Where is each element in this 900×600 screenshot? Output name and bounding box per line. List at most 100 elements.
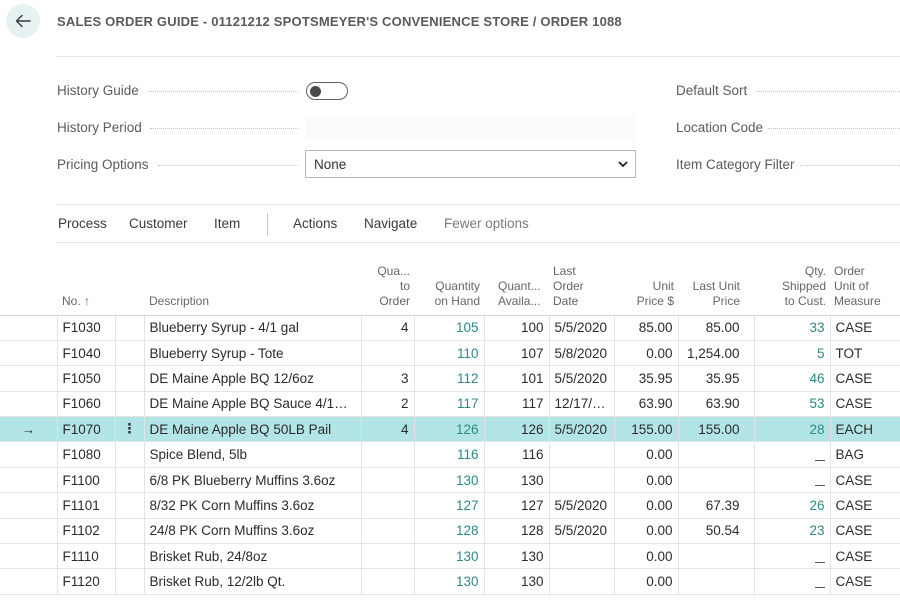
- col-header-qty-available[interactable]: Quant... Availa...: [484, 256, 549, 316]
- cell-qty-to-order[interactable]: [360, 568, 414, 595]
- cell-unit-price: 155.00: [613, 416, 678, 443]
- cell-last-order-date: [548, 568, 614, 595]
- cell-qty-available: 130: [483, 467, 549, 494]
- cell-qty-to-order[interactable]: [360, 340, 414, 367]
- cell-qty-shipped[interactable]: [753, 568, 830, 595]
- cell-qty-on-hand[interactable]: 117: [413, 391, 484, 418]
- table-row[interactable]: F1110 Brisket Rub, 24/8oz 130 130 0.00 CASE: [0, 543, 900, 570]
- pricing-options-label: Pricing Options: [57, 156, 149, 172]
- col-header-description[interactable]: Description: [144, 256, 361, 316]
- cell-qty-on-hand[interactable]: 130: [413, 467, 484, 494]
- header-line: Last Unit: [692, 278, 740, 293]
- cell-qty-shipped[interactable]: 26: [753, 492, 830, 519]
- cell-qty-on-hand[interactable]: 130: [413, 568, 484, 595]
- action-navigate[interactable]: Navigate: [364, 216, 417, 231]
- table-row[interactable]: F1100 6/8 PK Blueberry Muffins 3.6oz 130 13…: [0, 467, 900, 494]
- row-menu: [114, 340, 144, 367]
- cell-qty-on-hand[interactable]: 110: [413, 340, 484, 367]
- cell-qty-to-order[interactable]: [360, 492, 414, 519]
- cell-qty-shipped[interactable]: 23: [753, 518, 830, 545]
- cell-qty-to-order[interactable]: [360, 518, 414, 545]
- action-process[interactable]: Process: [58, 216, 107, 231]
- cell-qty-shipped[interactable]: 5: [753, 340, 830, 367]
- col-header-no[interactable]: No. ↑: [57, 256, 115, 316]
- cell-qty-shipped[interactable]: 33: [753, 315, 830, 341]
- table-row[interactable]: F1120 Brisket Rub, 12/2lb Qt. 130 130 0.00 CA…: [0, 568, 900, 595]
- cell-qty-to-order[interactable]: 4: [360, 315, 414, 341]
- back-button[interactable]: [6, 4, 40, 38]
- cell-last-order-date: 5/8/2020: [548, 340, 614, 367]
- col-header-qty-on-hand[interactable]: Quantity on Hand: [414, 256, 484, 316]
- more-vertical-icon[interactable]: ⋮: [123, 421, 137, 436]
- cell-qty-on-hand[interactable]: 126: [413, 416, 484, 443]
- row-menu: [114, 441, 144, 468]
- dotted-leader: [768, 128, 900, 129]
- cell-last-order-date: 12/17/2...: [548, 391, 614, 418]
- table-row[interactable]: F1040 Blueberry Syrup - Tote 110 107 5/8/202…: [0, 340, 900, 367]
- cell-qty-available: 107: [483, 340, 549, 367]
- cell-qty-shipped[interactable]: [753, 467, 830, 494]
- cell-qty-to-order[interactable]: 2: [360, 391, 414, 418]
- history-guide-toggle[interactable]: [306, 82, 348, 100]
- cell-last-order-date: [548, 543, 614, 570]
- cell-qty-available: 100: [483, 315, 549, 341]
- cell-qty-to-order[interactable]: [360, 543, 414, 570]
- history-period-input[interactable]: [306, 116, 636, 140]
- header-line: Order: [379, 293, 410, 308]
- header-line: Unit: [652, 278, 674, 293]
- location-code-field[interactable]: Location Code: [676, 116, 763, 138]
- col-header-unit-price[interactable]: Unit Price $: [614, 256, 678, 316]
- col-header-last-order-date[interactable]: Last Order Date: [549, 256, 614, 316]
- cell-qty-on-hand[interactable]: 130: [413, 543, 484, 570]
- action-customer[interactable]: Customer: [129, 216, 188, 231]
- cell-qty-on-hand[interactable]: 128: [413, 518, 484, 545]
- cell-last-order-date: [548, 441, 614, 468]
- cell-qty-on-hand[interactable]: 112: [413, 365, 484, 392]
- cell-qty-shipped[interactable]: 46: [753, 365, 830, 392]
- cell-qty-shipped[interactable]: 53: [753, 391, 830, 418]
- sales-order-guide-grid: No. ↑ Description Qua... to Order Quantity…: [0, 256, 900, 595]
- cell-description: Brisket Rub, 24/8oz: [143, 543, 361, 570]
- cell-order-uom: CASE: [829, 492, 900, 519]
- cell-qty-to-order[interactable]: [360, 467, 414, 494]
- cell-description: Blueberry Syrup - 4/1 gal: [143, 315, 361, 341]
- cell-qty-to-order[interactable]: 3: [360, 365, 414, 392]
- cell-qty-shipped[interactable]: 28: [753, 416, 830, 443]
- col-header-last-unit-price[interactable]: Last Unit Price: [678, 256, 754, 316]
- arrow-right-icon: →: [21, 421, 36, 437]
- dotted-leader: [756, 91, 900, 92]
- pricing-options-select[interactable]: None: [305, 150, 636, 178]
- action-item[interactable]: Item: [214, 216, 240, 231]
- table-row[interactable]: F1050 DE Maine Apple BQ 12/6oz 3 112 101 5/5/…: [0, 365, 900, 392]
- cell-description: DE Maine Apple BQ 12/6oz: [143, 365, 361, 392]
- table-row[interactable]: F1101 8/32 PK Corn Muffins 3.6oz 127 127 5/5…: [0, 492, 900, 519]
- item-category-filter-field[interactable]: Item Category Filter: [676, 153, 795, 175]
- header-line: Availa...: [498, 293, 541, 308]
- action-fewer-options[interactable]: Fewer options: [444, 216, 529, 231]
- table-row[interactable]: F1060 DE Maine Apple BQ Sauce 4/1GAL 2 117 1…: [0, 391, 900, 418]
- col-header-order-uom[interactable]: Order Unit of Measure: [830, 256, 900, 316]
- table-row[interactable]: F1102 24/8 PK Corn Muffins 3.6oz 128 128 5/5…: [0, 518, 900, 545]
- page-header: SALES ORDER GUIDE - 01121212 SPOTSMEYER'…: [0, 0, 900, 45]
- pricing-options-value: None: [314, 156, 347, 172]
- cell-qty-to-order[interactable]: [360, 441, 414, 468]
- grid-body: F1030 Blueberry Syrup - 4/1 gal 4 105 100 5/5…: [0, 315, 900, 595]
- cell-qty-shipped[interactable]: [753, 441, 830, 468]
- cell-qty-on-hand[interactable]: 105: [413, 315, 484, 341]
- empty-value-dash: [814, 485, 825, 487]
- action-actions[interactable]: Actions: [293, 216, 337, 231]
- default-sort-field[interactable]: Default Sort: [676, 79, 747, 101]
- table-row[interactable]: F1030 Blueberry Syrup - 4/1 gal 4 105 100 5/5…: [0, 315, 900, 341]
- col-header-qty-to-order[interactable]: Qua... to Order: [361, 256, 414, 316]
- cell-qty-available: 130: [483, 568, 549, 595]
- table-row[interactable]: F1080 Spice Blend, 5lb 116 116 0.00 BAG: [0, 441, 900, 468]
- cell-qty-on-hand[interactable]: 127: [413, 492, 484, 519]
- cell-qty-to-order[interactable]: 4: [360, 416, 414, 443]
- cell-description: DE Maine Apple BQ Sauce 4/1GAL: [143, 391, 361, 418]
- default-sort-label: Default Sort: [676, 82, 748, 98]
- col-header-qty-shipped[interactable]: Qty. Shipped to Cust.: [754, 256, 830, 316]
- table-row[interactable]: → F1070 ⋮ DE Maine Apple BQ 50LB Pail 4 126 12…: [0, 416, 900, 443]
- cell-qty-shipped[interactable]: [753, 543, 830, 570]
- header-line: Measure: [834, 293, 881, 308]
- cell-qty-on-hand[interactable]: 116: [413, 441, 484, 468]
